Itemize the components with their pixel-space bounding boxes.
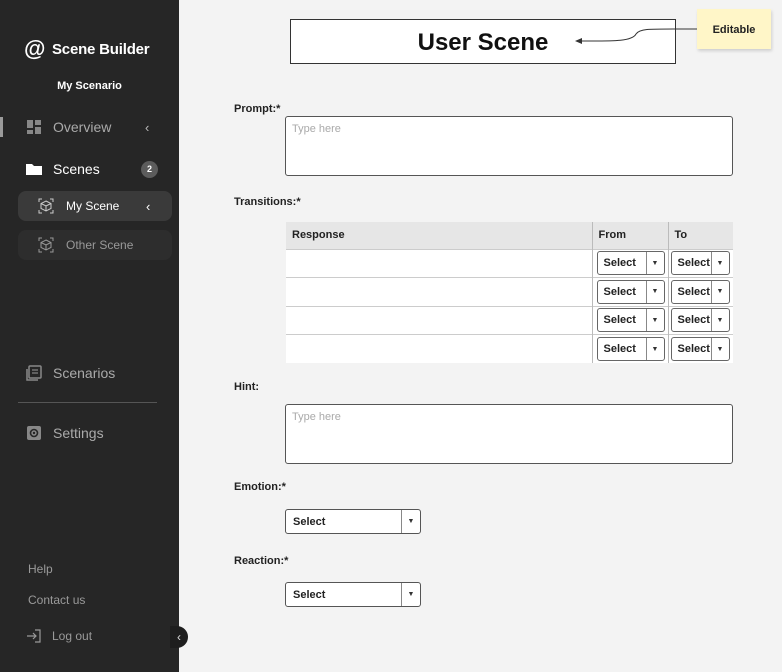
from-select[interactable]: Select ▼ bbox=[596, 337, 665, 361]
sidebar-item-label: Scenarios bbox=[53, 365, 116, 381]
table-row: Select ▼ Select ▼ bbox=[286, 305, 733, 335]
cube-icon bbox=[38, 198, 54, 214]
to-select-value: Select bbox=[677, 343, 710, 355]
chevron-left-icon: ‹ bbox=[177, 630, 181, 644]
scene-item-my-scene[interactable]: My Scene ‹ bbox=[18, 191, 172, 221]
dropdown-arrow-icon: ▼ bbox=[645, 252, 664, 275]
from-cell: Select ▼ bbox=[591, 334, 668, 363]
sidebar-item-label: Settings bbox=[53, 425, 104, 441]
transitions-label: Transitions:* bbox=[234, 196, 301, 208]
editable-sticky-note: Editable bbox=[697, 9, 771, 49]
sidebar-item-scenes[interactable]: Scenes 2 bbox=[0, 154, 179, 184]
gear-icon bbox=[27, 426, 41, 440]
reaction-select[interactable]: Select ▼ bbox=[285, 582, 421, 607]
emotion-label: Emotion:* bbox=[234, 481, 286, 493]
current-scenario-name: My Scenario bbox=[57, 80, 122, 92]
hint-label: Hint: bbox=[234, 381, 260, 393]
folder-icon bbox=[26, 164, 42, 175]
to-select[interactable]: Select ▼ bbox=[670, 337, 730, 361]
to-cell: Select ▼ bbox=[667, 334, 733, 363]
dropdown-arrow-icon: ▼ bbox=[401, 583, 420, 606]
chevron-left-icon: ‹ bbox=[146, 198, 151, 214]
reaction-label: Reaction:* bbox=[234, 555, 289, 567]
to-select[interactable]: Select ▼ bbox=[670, 308, 730, 333]
chevron-left-icon: ‹ bbox=[145, 119, 150, 135]
from-select-value: Select bbox=[603, 343, 636, 355]
from-select[interactable]: Select ▼ bbox=[596, 279, 665, 304]
dropdown-arrow-icon: ▼ bbox=[645, 309, 664, 332]
sidebar: @ Scene Builder My Scenario Overview ‹ S… bbox=[0, 0, 179, 672]
scene-item-other-scene[interactable]: Other Scene bbox=[18, 230, 172, 260]
brand-name: Scene Builder bbox=[52, 40, 150, 58]
response-cell[interactable] bbox=[286, 334, 592, 363]
scene-item-label: My Scene bbox=[66, 199, 120, 213]
at-logo-icon: @ bbox=[24, 36, 46, 61]
column-header-to: To bbox=[667, 222, 733, 249]
cube-icon bbox=[38, 237, 54, 253]
table-row: Select ▼ Select ▼ bbox=[286, 277, 733, 306]
sidebar-item-label: Scenes bbox=[53, 161, 100, 177]
hint-input[interactable] bbox=[285, 404, 733, 464]
library-icon bbox=[26, 365, 42, 381]
to-select[interactable]: Select ▼ bbox=[670, 251, 730, 276]
prompt-label: Prompt:* bbox=[234, 103, 281, 115]
scene-item-label: Other Scene bbox=[66, 238, 134, 252]
transitions-table: Response From To Select ▼ Select ▼ Selec… bbox=[286, 222, 733, 363]
brand-logo[interactable]: @ Scene Builder bbox=[24, 36, 150, 61]
sidebar-item-settings[interactable]: Settings bbox=[0, 418, 179, 448]
dropdown-arrow-icon: ▼ bbox=[710, 338, 729, 360]
from-cell: Select ▼ bbox=[591, 248, 668, 278]
emotion-select[interactable]: Select ▼ bbox=[285, 509, 421, 534]
response-cell[interactable] bbox=[286, 305, 592, 335]
to-select-value: Select bbox=[677, 257, 710, 270]
dropdown-arrow-icon: ▼ bbox=[645, 280, 664, 303]
dropdown-arrow-icon: ▼ bbox=[710, 252, 729, 275]
dropdown-arrow-icon: ▼ bbox=[710, 280, 729, 303]
dropdown-arrow-icon: ▼ bbox=[710, 309, 729, 332]
from-cell: Select ▼ bbox=[591, 305, 668, 335]
logout-icon bbox=[27, 629, 41, 643]
dropdown-arrow-icon: ▼ bbox=[645, 338, 664, 360]
table-header-row: Response From To bbox=[286, 222, 733, 249]
from-select-value: Select bbox=[603, 314, 636, 327]
sidebar-item-label: Overview bbox=[53, 119, 112, 135]
table-row: Select ▼ Select ▼ bbox=[286, 248, 733, 278]
table-row: Select ▼ Select ▼ bbox=[286, 334, 733, 363]
collapse-sidebar-button[interactable]: ‹ bbox=[170, 626, 188, 648]
from-cell: Select ▼ bbox=[591, 277, 668, 306]
to-cell: Select ▼ bbox=[667, 248, 733, 278]
emotion-select-value: Select bbox=[293, 515, 326, 528]
sidebar-item-overview[interactable]: Overview ‹ bbox=[0, 112, 179, 142]
to-cell: Select ▼ bbox=[667, 305, 733, 335]
from-select-value: Select bbox=[603, 257, 636, 270]
to-select[interactable]: Select ▼ bbox=[670, 279, 730, 304]
column-header-response: Response bbox=[286, 222, 592, 249]
response-cell[interactable] bbox=[286, 277, 592, 306]
sidebar-divider bbox=[18, 402, 157, 403]
contact-us-link[interactable]: Contact us bbox=[28, 593, 85, 607]
from-select[interactable]: Select ▼ bbox=[596, 251, 665, 276]
response-cell[interactable] bbox=[286, 248, 592, 278]
from-select-value: Select bbox=[603, 285, 636, 298]
dropdown-arrow-icon: ▼ bbox=[401, 510, 420, 533]
annotation-arrow-icon bbox=[575, 28, 698, 44]
scene-count-badge: 2 bbox=[141, 160, 158, 178]
prompt-input[interactable] bbox=[285, 116, 733, 176]
to-select-value: Select bbox=[677, 314, 710, 327]
help-link[interactable]: Help bbox=[28, 562, 53, 576]
to-select-value: Select bbox=[677, 285, 710, 298]
column-header-from: From bbox=[591, 222, 668, 249]
dashboard-icon bbox=[27, 120, 41, 134]
sidebar-item-scenarios[interactable]: Scenarios bbox=[0, 358, 179, 388]
reaction-select-value: Select bbox=[293, 588, 326, 601]
to-cell: Select ▼ bbox=[667, 277, 733, 306]
from-select[interactable]: Select ▼ bbox=[596, 308, 665, 333]
logout-label: Log out bbox=[52, 629, 93, 643]
logout-button[interactable]: Log out bbox=[26, 628, 92, 644]
